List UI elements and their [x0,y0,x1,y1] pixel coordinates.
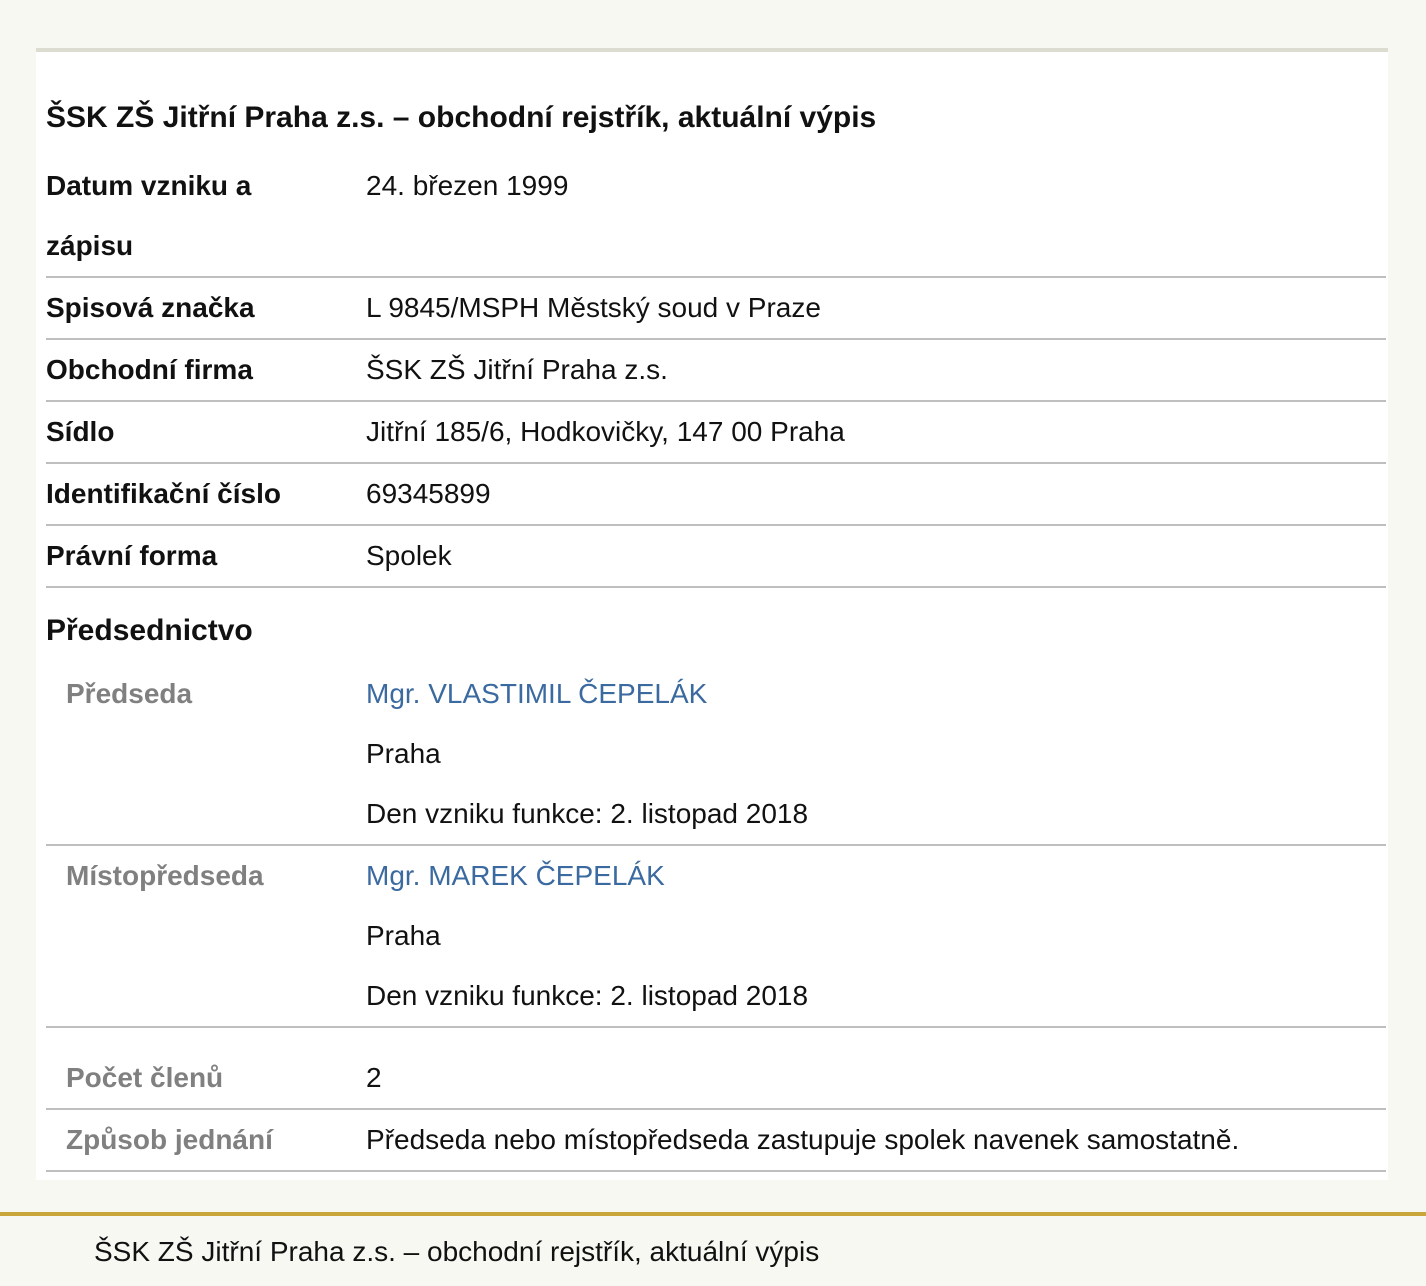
row-label: Způsob jednání [66,1124,273,1155]
row-value: Předseda nebo místopředseda zastupuje sp… [366,1124,1240,1155]
row-pocet-clenu: Počet členů 2 [46,1048,1386,1110]
row-value: Jitřní 185/6, Hodkovičky, 147 00 Praha [366,416,845,447]
row-value: L 9845/MSPH Městský soud v Praze [366,292,821,323]
row-pravni-forma: Právní forma Spolek [46,526,1386,588]
member-since: Den vzniku funkce: 2. listopad 2018 [366,980,809,1011]
row-datum-vzniku: Datum vzniku a zápisu 24. březen 1999 [46,156,1386,278]
row-value: 2 [366,1062,382,1093]
member-city: Praha [366,738,441,769]
row-spisova-znacka: Spisová značka L 9845/MSPH Městský soud … [46,278,1386,340]
member-city: Praha [366,920,441,951]
row-label: Identifikační číslo [46,478,281,509]
row-label: Obchodní firma [46,354,253,385]
row-identifikacni-cislo: Identifikační číslo 69345899 [46,464,1386,526]
member-row-predseda: Předseda Mgr. VLASTIMIL ČEPELÁK Praha De… [46,664,1386,846]
row-value: ŠSK ZŠ Jitřní Praha z.s. [366,354,668,385]
row-obchodni-firma: Obchodní firma ŠSK ZŠ Jitřní Praha z.s. [46,340,1386,402]
member-since: Den vzniku funkce: 2. listopad 2018 [366,798,809,829]
row-label: Sídlo [46,416,115,447]
row-value: 24. březen 1999 [366,170,569,201]
member-name-link[interactable]: Mgr. VLASTIMIL ČEPELÁK [366,664,1386,724]
row-value: Spolek [366,540,452,571]
row-label: Počet členů [66,1062,224,1093]
row-label: Datum vzniku a zápisu [46,170,252,261]
member-role: Místopředseda [66,860,264,891]
footer-title: ŠSK ZŠ Jitřní Praha z.s. – obchodní rejs… [94,1236,820,1267]
member-name-link[interactable]: Mgr. MAREK ČEPELÁK [366,846,1386,906]
page-title: ŠSK ZŠ Jitřní Praha z.s. – obchodní rejs… [46,101,877,134]
row-zpusob-jednani: Způsob jednání Předseda nebo místopředse… [46,1110,1386,1172]
page-footer: ŠSK ZŠ Jitřní Praha z.s. – obchodní rejs… [0,1212,1426,1286]
row-sidlo: Sídlo Jitřní 185/6, Hodkovičky, 147 00 P… [46,402,1386,464]
member-role: Předseda [66,678,193,709]
member-details: Mgr. VLASTIMIL ČEPELÁK Praha Den vzniku … [366,664,1386,844]
row-label: Právní forma [46,540,218,571]
registry-extract-card: ŠSK ZŠ Jitřní Praha z.s. – obchodní rejs… [36,48,1388,1180]
row-label: Spisová značka [46,292,255,323]
row-value: 69345899 [366,478,491,509]
member-details: Mgr. MAREK ČEPELÁK Praha Den vzniku funk… [366,846,1386,1026]
section-title-predsednictvo: Předsednictvo [46,614,253,647]
member-row-mistopredseda: Místopředseda Mgr. MAREK ČEPELÁK Praha D… [46,846,1386,1028]
